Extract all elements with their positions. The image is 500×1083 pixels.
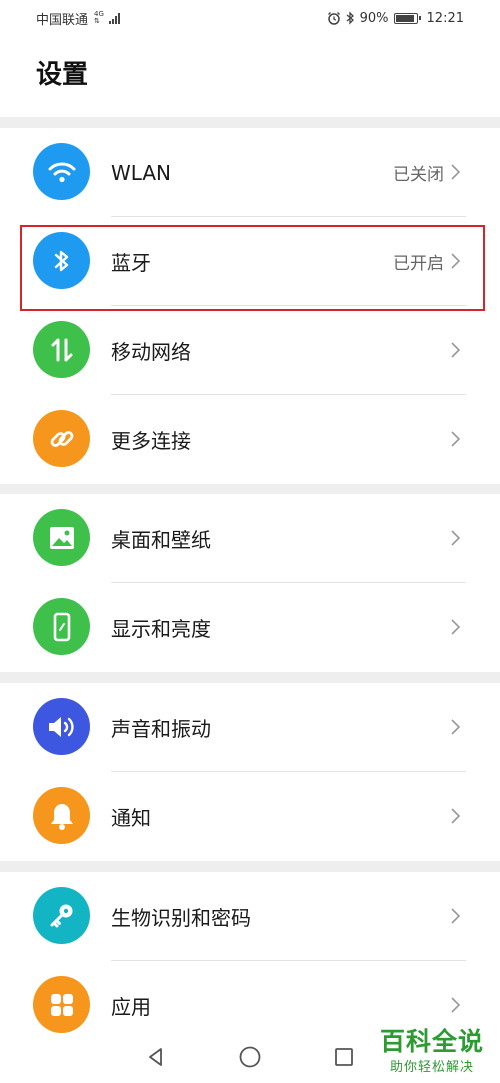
home-icon[interactable] [238, 1045, 262, 1069]
chevron-right-icon [451, 431, 461, 447]
network-activity: ⇅ [94, 17, 100, 25]
sound-group: 声音和振动 通知 [0, 683, 500, 861]
alarm-icon [327, 12, 340, 25]
settings-item-wallpaper[interactable]: 桌面和壁纸 [0, 494, 500, 583]
status-bar: 中国联通 4G ⇅ 90% 12:21 [0, 0, 500, 36]
chevron-right-icon [451, 530, 461, 546]
chevron-right-icon [451, 997, 461, 1013]
wifi-icon [33, 143, 90, 200]
wlan-label: WLAN [111, 160, 172, 185]
link-icon [33, 410, 90, 467]
mobile-network-label: 移动网络 [111, 340, 191, 364]
key-icon [33, 887, 90, 944]
page-title: 设置 [36, 60, 89, 90]
display-group: 桌面和壁纸 显示和亮度 [0, 494, 500, 672]
wallpaper-label: 桌面和壁纸 [111, 528, 211, 552]
bluetooth-icon [33, 232, 90, 289]
section-gap [0, 861, 500, 872]
chevron-right-icon [451, 253, 461, 269]
status-right: 90% 12:21 [327, 11, 464, 26]
sound-icon [33, 698, 90, 755]
more-connections-label: 更多连接 [111, 429, 191, 453]
watermark-subtitle: 助你轻松解决 [389, 1060, 474, 1075]
chevron-right-icon [451, 719, 461, 735]
display-label: 显示和亮度 [111, 617, 211, 641]
section-gap [0, 672, 500, 683]
display-icon [33, 598, 90, 655]
battery-icon [393, 12, 421, 24]
chevron-right-icon [451, 619, 461, 635]
settings-item-wlan[interactable]: WLAN 已关闭 [0, 128, 500, 217]
wlan-status: 已关闭 [393, 165, 444, 185]
connectivity-group: WLAN 已关闭 蓝牙 已开启 移动网络 更多连接 [0, 128, 500, 484]
status-left: 中国联通 4G ⇅ [36, 9, 120, 28]
carrier-name: 中国联通 [36, 12, 89, 28]
bluetooth-status: 已开启 [393, 254, 444, 274]
back-icon[interactable] [145, 1046, 167, 1068]
watermark-title: 百科全说 [379, 1027, 484, 1056]
settings-item-notifications[interactable]: 通知 [0, 772, 500, 861]
recents-icon[interactable] [333, 1046, 355, 1068]
notifications-label: 通知 [111, 806, 151, 830]
chevron-right-icon [451, 908, 461, 924]
settings-item-biometrics[interactable]: 生物识别和密码 [0, 872, 500, 961]
section-gap [0, 117, 500, 128]
chevron-right-icon [451, 808, 461, 824]
settings-item-sound[interactable]: 声音和振动 [0, 683, 500, 772]
battery-percent: 90% [359, 10, 389, 26]
watermark-logo: 百科全说 助你轻松解决 [380, 1022, 484, 1075]
section-gap [0, 483, 500, 494]
chevron-right-icon [451, 164, 461, 180]
biometrics-label: 生物识别和密码 [111, 906, 251, 930]
settings-item-bluetooth[interactable]: 蓝牙 已开启 [0, 217, 500, 306]
signal-icon [108, 12, 120, 24]
settings-item-mobile-network[interactable]: 移动网络 [0, 306, 500, 395]
apps-icon [33, 976, 90, 1033]
mobile-data-icon [33, 321, 90, 378]
bluetooth-label: 蓝牙 [111, 251, 151, 275]
settings-item-more-connections[interactable]: 更多连接 [0, 395, 500, 484]
bluetooth-status-icon [346, 11, 354, 25]
settings-item-display[interactable]: 显示和亮度 [0, 583, 500, 672]
wallpaper-icon [33, 509, 90, 566]
bell-icon [33, 787, 90, 844]
sound-label: 声音和振动 [111, 717, 211, 741]
network-type: 4G ⇅ [94, 11, 104, 25]
chevron-right-icon [451, 342, 461, 358]
clock: 12:21 [426, 10, 464, 26]
